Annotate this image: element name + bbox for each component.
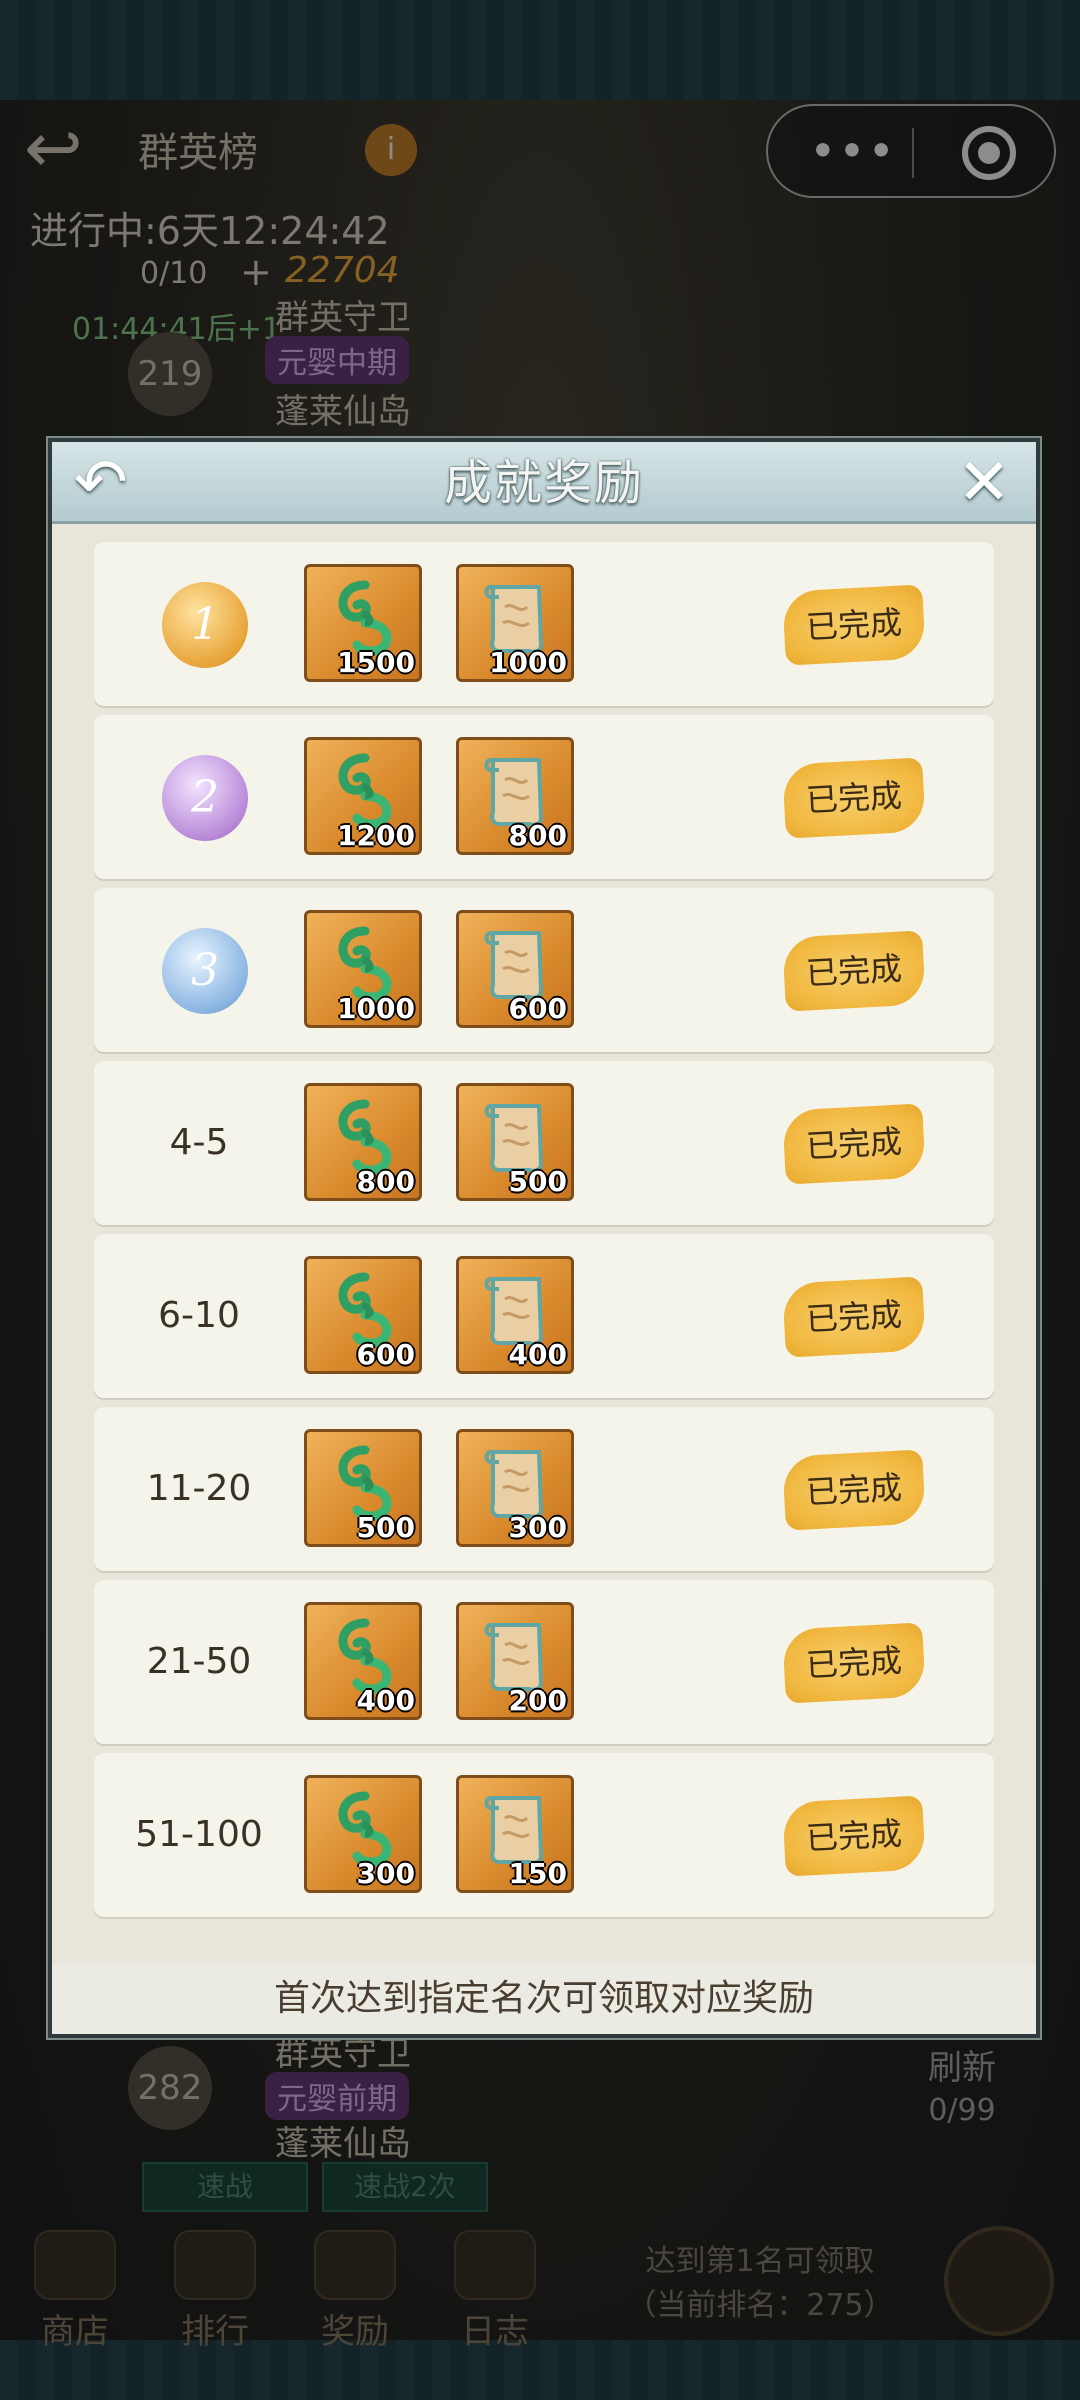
jade-reward-item[interactable]: 300 bbox=[304, 1775, 422, 1893]
reward-row: 2 1200 800 已完成 bbox=[94, 715, 994, 879]
completed-badge: 已完成 bbox=[782, 930, 926, 1012]
scroll-reward-item[interactable]: 400 bbox=[456, 1256, 574, 1374]
scroll-reward-item[interactable]: 200 bbox=[456, 1602, 574, 1720]
item-quantity: 150 bbox=[508, 1857, 567, 1890]
rank-range-label: 21-50 bbox=[146, 1641, 252, 1682]
dialog-footer-note: 首次达到指定名次可领取对应奖励 bbox=[52, 1964, 1036, 2034]
jade-reward-item[interactable]: 600 bbox=[304, 1256, 422, 1374]
item-quantity: 500 bbox=[356, 1511, 415, 1544]
item-quantity: 800 bbox=[356, 1165, 415, 1198]
jade-reward-item[interactable]: 1500 bbox=[304, 564, 422, 682]
item-quantity: 800 bbox=[508, 819, 567, 852]
reward-row: 4-5 800 500 已完成 bbox=[94, 1061, 994, 1225]
reward-row: 11-20 500 300 已完成 bbox=[94, 1407, 994, 1571]
rank-range-label: 11-20 bbox=[146, 1468, 252, 1509]
item-quantity: 1200 bbox=[337, 819, 415, 852]
item-quantity: 300 bbox=[508, 1511, 567, 1544]
jade-reward-item[interactable]: 400 bbox=[304, 1602, 422, 1720]
item-quantity: 300 bbox=[356, 1857, 415, 1890]
achievement-rewards-dialog: 成就奖励 ↶ ✕ 1 1500 1000 已完成 2 1200 800 已完成 3 1000 600… bbox=[48, 438, 1040, 2038]
reward-row: 21-50 400 200 已完成 bbox=[94, 1580, 994, 1744]
rank-range-label: 6-10 bbox=[158, 1295, 240, 1336]
completed-badge: 已完成 bbox=[782, 584, 926, 666]
jade-reward-item[interactable]: 1200 bbox=[304, 737, 422, 855]
reward-row: 1 1500 1000 已完成 bbox=[94, 542, 994, 706]
scroll-reward-item[interactable]: 800 bbox=[456, 737, 574, 855]
scroll-reward-item[interactable]: 500 bbox=[456, 1083, 574, 1201]
completed-badge: 已完成 bbox=[782, 1103, 926, 1185]
completed-badge: 已完成 bbox=[782, 1795, 926, 1877]
dialog-back-icon[interactable]: ↶ bbox=[74, 448, 164, 518]
scroll-reward-item[interactable]: 150 bbox=[456, 1775, 574, 1893]
item-quantity: 500 bbox=[508, 1165, 567, 1198]
completed-badge: 已完成 bbox=[782, 1276, 926, 1358]
rank-medal-icon: 2 bbox=[162, 755, 248, 841]
scroll-reward-item[interactable]: 1000 bbox=[456, 564, 574, 682]
item-quantity: 1000 bbox=[489, 646, 567, 679]
completed-badge: 已完成 bbox=[782, 1449, 926, 1531]
item-quantity: 600 bbox=[508, 992, 567, 1025]
rank-range-label: 4-5 bbox=[169, 1122, 229, 1163]
dialog-close-icon[interactable]: ✕ bbox=[948, 448, 1020, 518]
item-quantity: 400 bbox=[508, 1338, 567, 1371]
scroll-reward-item[interactable]: 300 bbox=[456, 1429, 574, 1547]
rank-range-label: 51-100 bbox=[135, 1814, 263, 1855]
item-quantity: 200 bbox=[508, 1684, 567, 1717]
dialog-title: 成就奖励 bbox=[443, 455, 644, 511]
jade-reward-item[interactable]: 500 bbox=[304, 1429, 422, 1547]
scroll-reward-item[interactable]: 600 bbox=[456, 910, 574, 1028]
dialog-header: 成就奖励 ↶ ✕ bbox=[52, 442, 1036, 524]
item-quantity: 1500 bbox=[337, 646, 415, 679]
completed-badge: 已完成 bbox=[782, 1622, 926, 1704]
completed-badge: 已完成 bbox=[782, 757, 926, 839]
rank-medal-icon: 3 bbox=[162, 928, 248, 1014]
rank-medal-icon: 1 bbox=[162, 582, 248, 668]
item-quantity: 1000 bbox=[337, 992, 415, 1025]
jade-reward-item[interactable]: 800 bbox=[304, 1083, 422, 1201]
reward-row: 3 1000 600 已完成 bbox=[94, 888, 994, 1052]
jade-reward-item[interactable]: 1000 bbox=[304, 910, 422, 1028]
item-quantity: 600 bbox=[356, 1338, 415, 1371]
reward-row: 51-100 300 150 已完成 bbox=[94, 1753, 994, 1917]
reward-row: 6-10 600 400 已完成 bbox=[94, 1234, 994, 1398]
rewards-list[interactable]: 1 1500 1000 已完成 2 1200 800 已完成 3 1000 600 已完成 4-5 800… bbox=[52, 524, 1036, 1964]
item-quantity: 400 bbox=[356, 1684, 415, 1717]
